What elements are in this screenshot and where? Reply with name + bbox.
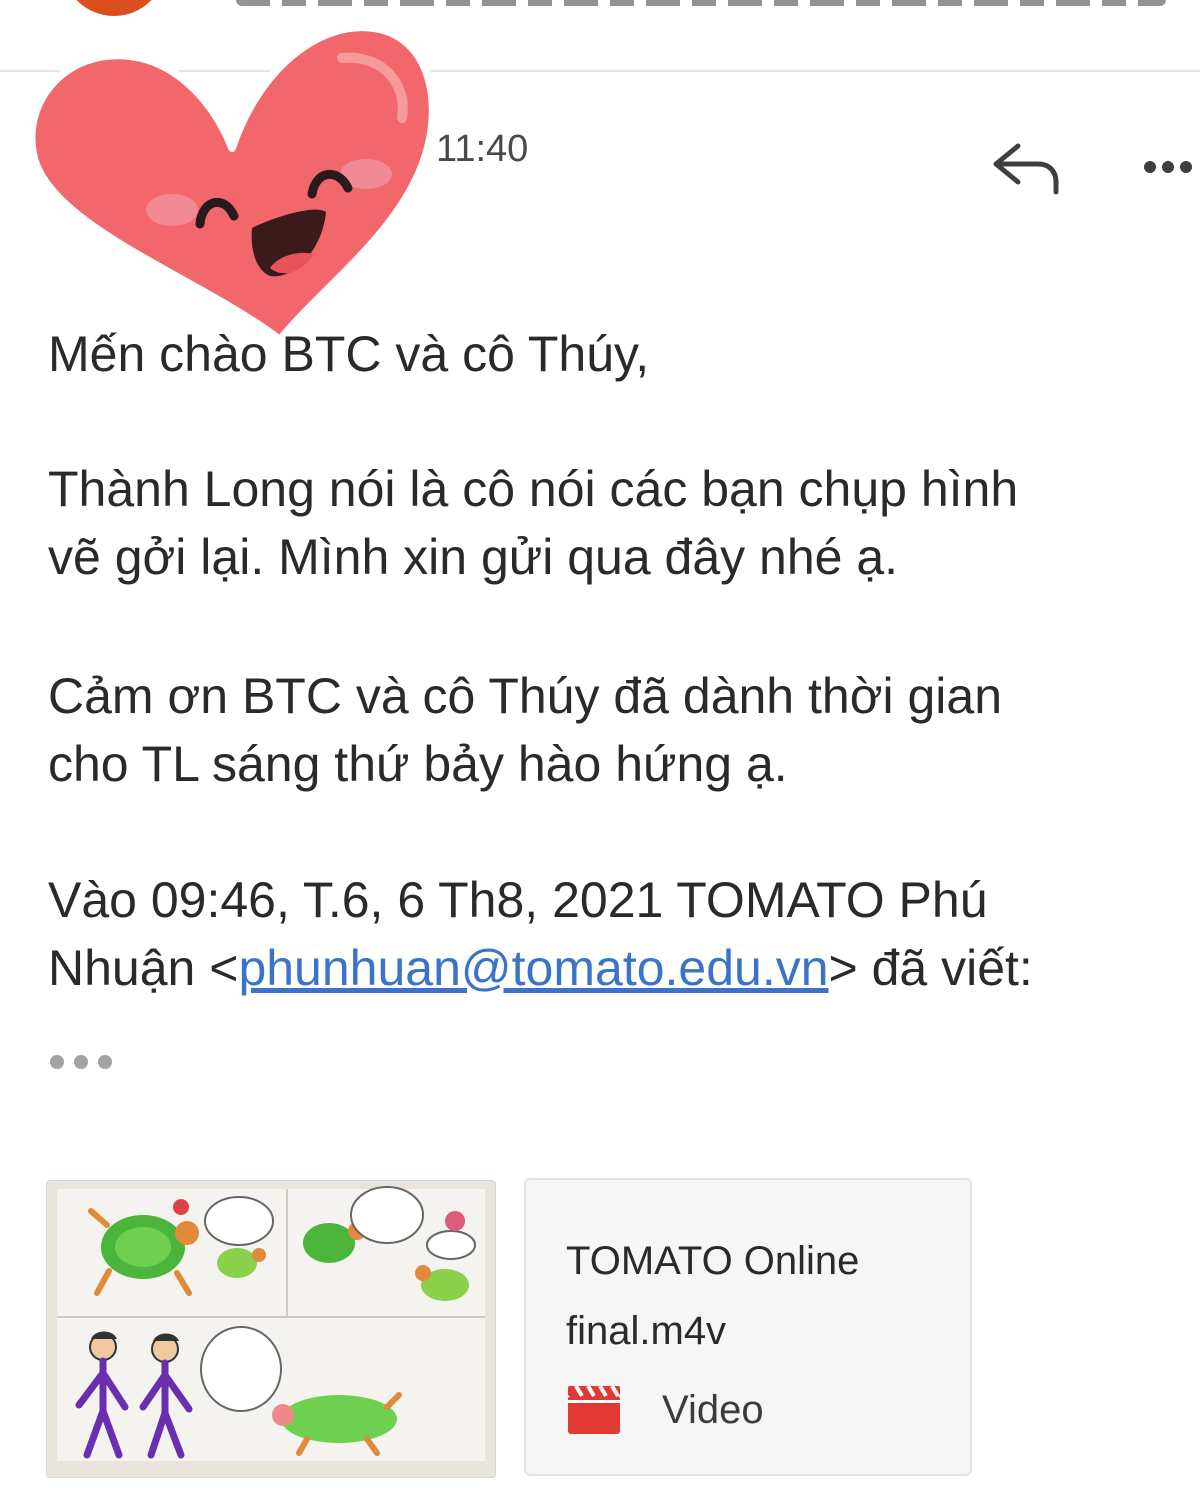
video-type-label: Video bbox=[662, 1388, 764, 1432]
cut-off-header-text bbox=[236, 0, 1166, 6]
sender-avatar[interactable] bbox=[62, 0, 166, 16]
video-attachment-card[interactable]: TOMATO Online final.m4v Video bbox=[524, 1178, 972, 1476]
paragraph-2-line-2: cho TL sáng thứ bảy hào hứng ạ. bbox=[48, 736, 788, 792]
sender-email-link[interactable]: phunhuan@tomato.edu.vn bbox=[238, 940, 828, 996]
video-filename: TOMATO Online final.m4v bbox=[566, 1239, 860, 1353]
quote-header-line-2: Nhuận <phunhuan@tomato.edu.vn> đã viết: bbox=[48, 934, 1033, 1002]
video-clapper-icon bbox=[568, 1384, 620, 1434]
paragraph-1-line-2: vẽ gởi lại. Mình xin gửi qua đây nhé ạ. bbox=[48, 529, 899, 585]
quote-suffix: > đã viết: bbox=[828, 940, 1033, 996]
more-options-icon[interactable] bbox=[1140, 152, 1200, 182]
image-attachment-thumbnail[interactable] bbox=[46, 1180, 496, 1478]
quote-prefix: Nhuận < bbox=[48, 940, 239, 996]
paragraph-1-line-1: Thành Long nói là cô nói các bạn chụp hì… bbox=[48, 461, 1019, 517]
reply-icon[interactable] bbox=[990, 140, 1064, 196]
message-time: 11:40 bbox=[436, 128, 529, 170]
smiling-heart-sticker-icon bbox=[27, 23, 437, 344]
quote-header-line-1: Vào 09:46, T.6, 6 Th8, 2021 TOMATO Phú bbox=[48, 872, 988, 928]
childrens-drawing-image bbox=[47, 1181, 495, 1477]
show-quoted-text-dots-icon[interactable] bbox=[48, 1050, 114, 1074]
greeting-line: Mến chào BTC và cô Thúy, bbox=[48, 326, 650, 382]
paragraph-2-line-1: Cảm ơn BTC và cô Thúy đã dành thời gian bbox=[48, 668, 1003, 724]
left-cheek bbox=[146, 194, 198, 226]
